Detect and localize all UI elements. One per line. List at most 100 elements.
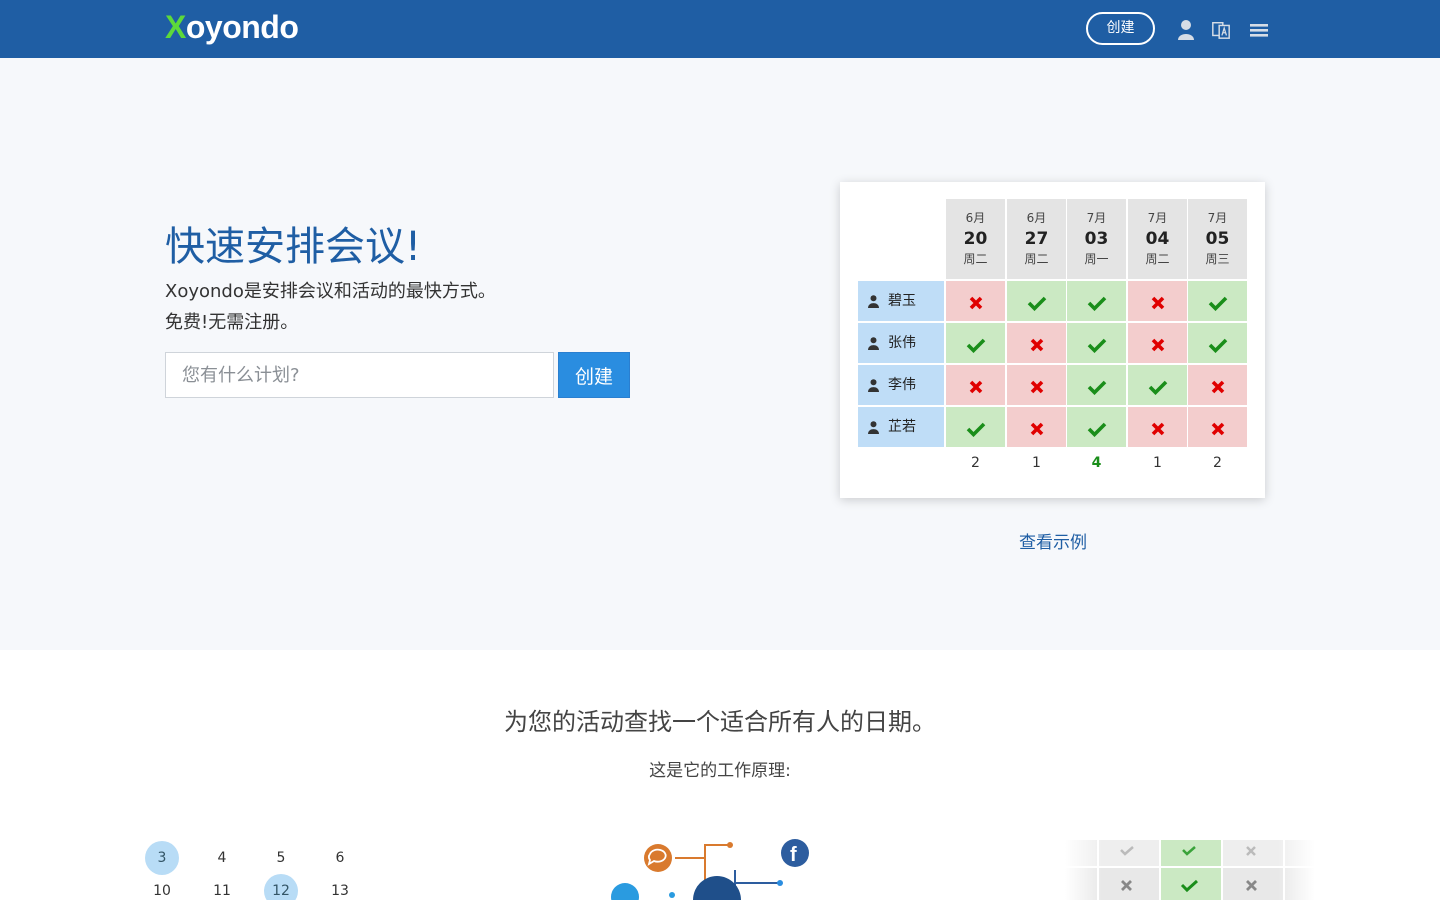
twitter-icon	[611, 883, 639, 900]
date-column-header: 7月 04 周二	[1128, 199, 1187, 279]
check-icon	[1087, 422, 1106, 437]
vote-grid-illustration	[1065, 840, 1315, 900]
language-icon[interactable]	[1211, 19, 1231, 41]
check-icon	[1087, 296, 1106, 311]
cross-icon	[1211, 422, 1224, 435]
vote-yes-cell	[946, 323, 1005, 363]
date-month: 7月	[1147, 211, 1168, 225]
cross-icon	[969, 296, 982, 309]
nav-create-button[interactable]: 创建	[1086, 12, 1155, 45]
logo-x: X	[165, 9, 186, 45]
date-weekday: 周一	[1084, 252, 1109, 266]
date-column-header: 6月 20 周二	[946, 199, 1005, 279]
svg-text:f: f	[790, 844, 797, 866]
create-button[interactable]: 创建	[558, 352, 630, 398]
hero-description: Xoyondo是安排会议和活动的最快方式。 免费!无需注册。	[165, 276, 496, 338]
vote-yes-cell	[946, 407, 1005, 447]
xoyondo-logo[interactable]: Xoyondo	[165, 9, 299, 46]
participant-name: 芷若	[888, 419, 916, 435]
vote-total: 2	[971, 455, 980, 471]
date-weekday: 周二	[1145, 252, 1170, 266]
check-icon	[1087, 338, 1106, 353]
vote-total: 1	[1153, 455, 1162, 471]
participant-name-cell: 芷若	[858, 407, 944, 447]
vote-total: 1	[1032, 455, 1041, 471]
vote-yes-cell	[1067, 281, 1126, 321]
vote-no-cell	[1007, 407, 1066, 447]
check-icon	[1027, 296, 1046, 311]
date-column-header: 6月 27 周二	[1007, 199, 1066, 279]
date-weekday: 周二	[1024, 252, 1049, 266]
user-icon[interactable]	[1176, 19, 1196, 41]
calendar-day: 13	[331, 883, 349, 899]
check-icon	[966, 338, 985, 353]
example-poll-card: 6月 20 周二 6月 27 周二 7月 03 周一 7月 04 周二 7月 05 周三碧玉张伟李伟芷若 2 1…	[840, 182, 1265, 498]
check-icon	[966, 422, 985, 437]
vote-yes-cell	[1067, 323, 1126, 363]
participant-name-cell: 李伟	[858, 365, 944, 405]
participant-name: 李伟	[888, 377, 916, 393]
sharing-network-illustration: f	[611, 839, 809, 900]
person-icon	[868, 294, 879, 308]
date-day: 04	[1145, 229, 1170, 249]
participant-name: 张伟	[888, 335, 916, 351]
vote-yes-cell	[1007, 281, 1066, 321]
date-day: 05	[1205, 229, 1230, 249]
date-weekday: 周二	[963, 252, 988, 266]
person-icon	[868, 336, 879, 350]
vote-no-cell	[1007, 323, 1066, 363]
vote-no-cell	[946, 365, 1005, 405]
date-month: 6月	[1026, 211, 1047, 225]
cross-icon	[1151, 422, 1164, 435]
calendar-day: 10	[153, 883, 171, 899]
logo-text: oyondo	[185, 9, 299, 45]
check-icon	[1087, 380, 1106, 395]
cross-icon	[1030, 422, 1043, 435]
participant-name-cell: 碧玉	[858, 281, 944, 321]
calendar-day: 4	[217, 850, 227, 866]
date-weekday: 周三	[1205, 252, 1230, 266]
calendar-day-selected: 12	[264, 874, 298, 900]
calendar-day: 5	[276, 850, 286, 866]
share-hub-icon	[693, 876, 741, 900]
hero-desc-line1: Xoyondo是安排会议和活动的最快方式。	[165, 281, 496, 302]
date-day: 03	[1084, 229, 1109, 249]
view-example-link[interactable]: 查看示例	[1019, 528, 1087, 553]
check-icon	[1208, 338, 1227, 353]
vote-no-cell	[946, 281, 1005, 321]
vote-total: 2	[1213, 455, 1222, 471]
person-icon	[868, 378, 879, 392]
vote-yes-cell	[1188, 323, 1247, 363]
cross-icon	[1030, 380, 1043, 393]
cross-icon	[1030, 338, 1043, 351]
how-it-works-section: 为您的活动查找一个适合所有人的日期。 这是它的工作原理: 3 4 5 6 10 11 12 1…	[0, 650, 1440, 900]
menu-icon[interactable]	[1249, 19, 1269, 41]
vote-no-cell	[1188, 407, 1247, 447]
calendar-day: 11	[213, 883, 231, 899]
participant-name: 碧玉	[888, 293, 916, 309]
date-month: 7月	[1207, 211, 1228, 225]
hero-title: 快速安排会议!	[165, 224, 422, 270]
vote-total: 4	[1091, 455, 1102, 471]
date-column-header: 7月 05 周三	[1188, 199, 1247, 279]
vote-yes-cell	[1067, 407, 1126, 447]
person-icon	[868, 420, 879, 434]
check-icon	[1208, 296, 1227, 311]
date-month: 7月	[1086, 211, 1107, 225]
event-name-input[interactable]	[165, 352, 554, 398]
section-subtitle: 这是它的工作原理:	[649, 761, 791, 781]
date-day: 20	[963, 229, 988, 249]
vote-no-cell	[1128, 323, 1187, 363]
section-title: 为您的活动查找一个适合所有人的日期。	[504, 708, 936, 736]
calendar-day: 6	[335, 850, 345, 866]
cross-icon	[969, 380, 982, 393]
vote-no-cell	[1007, 365, 1066, 405]
date-day: 27	[1024, 229, 1049, 249]
hero-desc-line2: 免费!无需注册。	[165, 312, 299, 333]
vote-yes-cell	[1067, 365, 1126, 405]
cross-icon	[1211, 380, 1224, 393]
top-navbar: Xoyondo 创建	[0, 0, 1440, 58]
hero-section: 快速安排会议! Xoyondo是安排会议和活动的最快方式。 免费!无需注册。 创…	[0, 58, 1440, 650]
date-month: 6月	[965, 211, 986, 225]
vote-yes-cell	[1128, 365, 1187, 405]
